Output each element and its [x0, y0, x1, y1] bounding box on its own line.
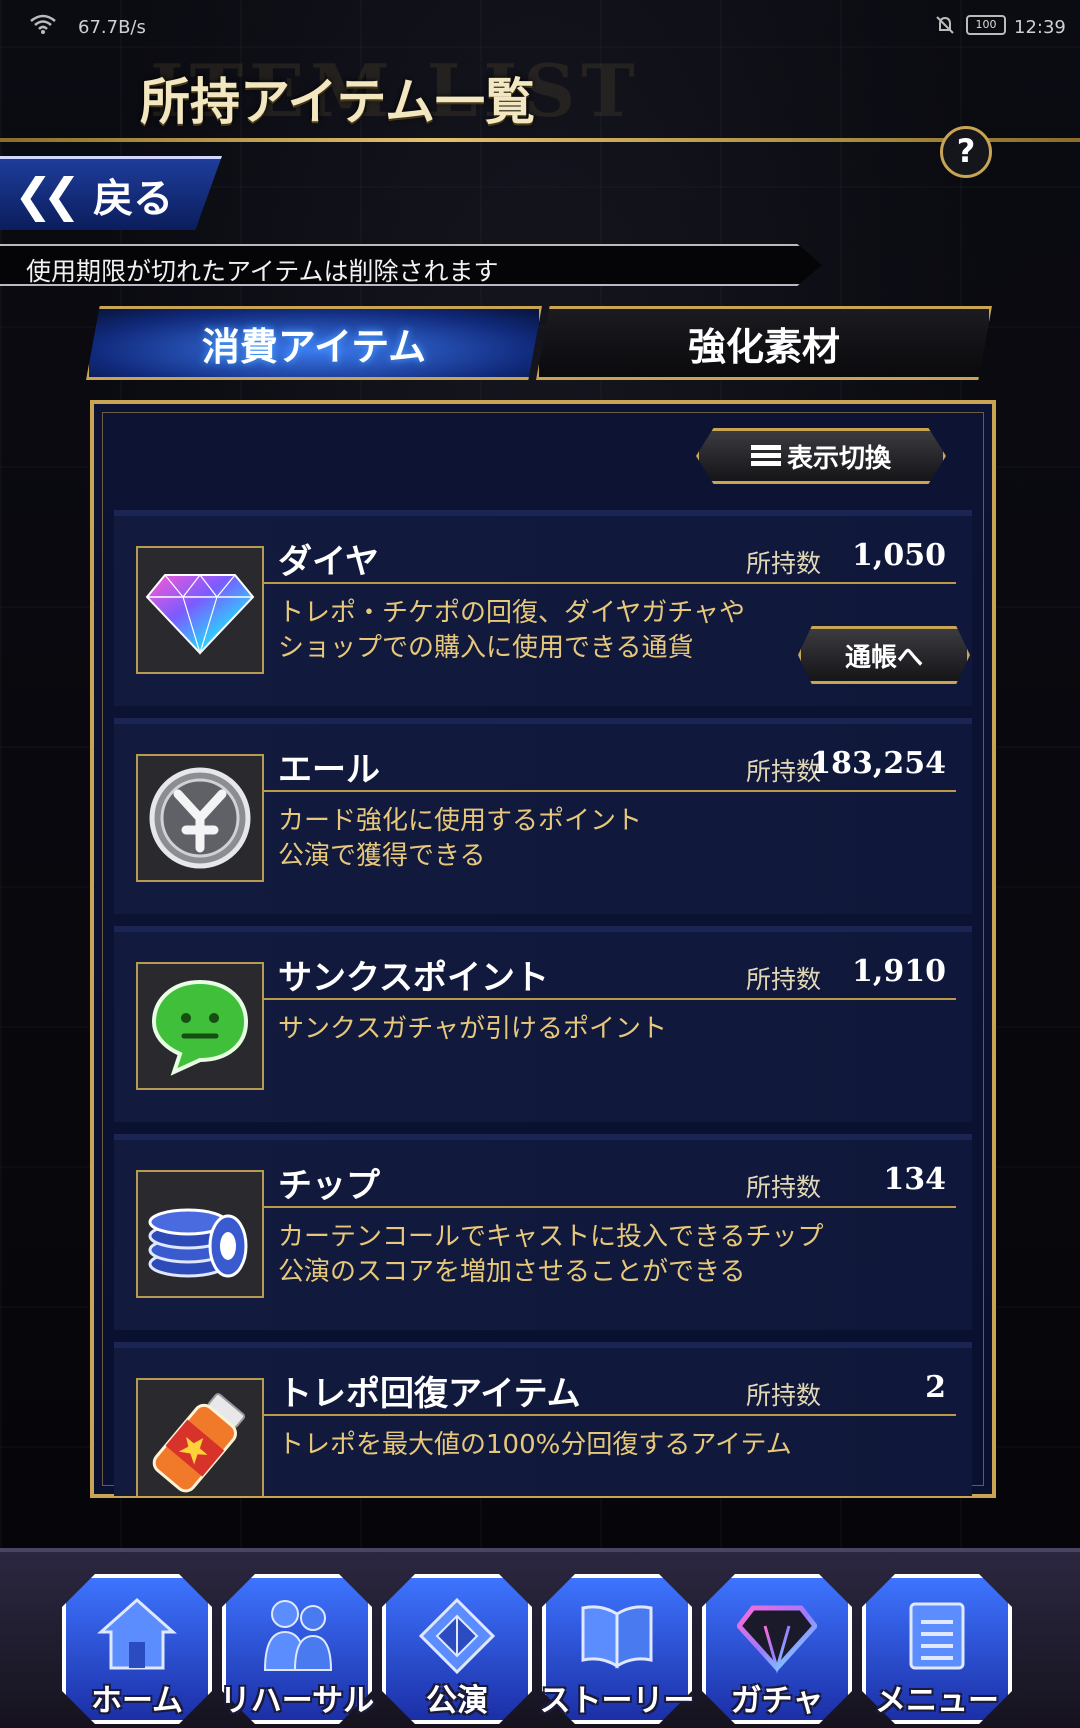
nav-label: ガチャ: [730, 1683, 824, 1719]
item-description: トレポを最大値の100%分回復するアイテム: [278, 1430, 792, 1460]
page-title: 所持アイテム一覧: [140, 72, 535, 131]
list-lines-icon: [750, 445, 781, 467]
item-thumbnail: [136, 1378, 264, 1496]
quantity-label: 所持数: [746, 549, 822, 578]
nav-label: リハーサル: [219, 1683, 375, 1719]
nav-rehearsal[interactable]: リハーサル: [220, 1574, 374, 1724]
gacha-diamond-icon: [737, 1605, 817, 1674]
item-description: カーテンコールでキャストに投入できるチップ 公演のスコアを増加させることができる: [278, 1222, 824, 1287]
nav-menu[interactable]: メニュー: [862, 1574, 1012, 1724]
notification-mute-icon: [936, 16, 954, 34]
item-divider: [264, 790, 956, 792]
item-divider: [264, 1206, 956, 1208]
nav-gacha[interactable]: ガチャ: [702, 1574, 852, 1724]
nav-story[interactable]: ストーリー: [540, 1574, 695, 1724]
help-button[interactable]: ?: [940, 126, 992, 178]
item-name: エール: [278, 750, 380, 790]
wifi-icon: [30, 14, 56, 34]
battery-indicator: 100: [966, 15, 1006, 35]
item-row-trepo-recovery[interactable]: トレポ回復アイテム 所持数 2 トレポを最大値の100%分回復するアイテム: [114, 1342, 972, 1496]
item-thumbnail: [136, 546, 264, 674]
diamond-icon: [145, 574, 255, 655]
item-name: サンクスポイント: [278, 958, 549, 998]
item-name: チップ: [278, 1166, 380, 1206]
item-name: トレポ回復アイテム: [278, 1374, 581, 1414]
recovery-bottle-icon: [152, 1393, 246, 1493]
nav-performance[interactable]: 公演: [382, 1574, 532, 1724]
nav-label: メニュー: [875, 1683, 999, 1719]
passbook-button[interactable]: 通帳へ: [798, 626, 970, 684]
network-speed: 67.7B/s: [78, 17, 146, 38]
back-button[interactable]: ❮❮ 戻る: [0, 156, 222, 230]
item-row-diamond[interactable]: ダイヤ 所持数 1,050 トレポ・チケポの回復、ダイヤガチャや ショップでの購…: [114, 510, 972, 706]
item-description: トレポ・チケポの回復、ダイヤガチャや ショップでの購入に使用できる通貨: [278, 598, 745, 663]
item-thumbnail: [136, 962, 264, 1090]
item-thumbnail: [136, 754, 264, 882]
double-chevron-left-icon: ❮❮: [14, 167, 81, 222]
thanks-bubble-icon: [151, 979, 249, 1076]
item-divider: [264, 1414, 956, 1416]
item-list-panel: 表示切換 ダイヤ 所持数 1,050 トレポ・チケポの回復、ダイヤガチャや ショ…: [90, 400, 996, 1498]
nav-home[interactable]: ホーム: [62, 1574, 212, 1724]
quantity-value: 183,254: [810, 746, 946, 781]
item-thumbnail: [136, 1170, 264, 1298]
back-button-label: 戻る: [93, 175, 174, 222]
quantity-label: 所持数: [746, 1381, 822, 1410]
title-divider: [0, 138, 1080, 142]
item-divider: [264, 998, 956, 1000]
nav-label: ホーム: [90, 1683, 184, 1719]
quantity-value: 134: [883, 1162, 946, 1197]
item-description: カード強化に使用するポイント 公演で獲得できる: [278, 806, 643, 871]
item-row-yell[interactable]: エール 所持数 183,254 カード強化に使用するポイント 公演で獲得できる: [114, 718, 972, 914]
quantity-value: 2: [925, 1370, 946, 1405]
story-book-icon: [581, 1605, 653, 1669]
expiry-notice: 使用期限が切れたアイテムは削除されます: [0, 244, 822, 286]
nav-label: ストーリー: [539, 1683, 695, 1719]
item-description: サンクスガチャが引けるポイント: [278, 1014, 667, 1044]
quantity-value: 1,050: [852, 538, 946, 573]
item-name: ダイヤ: [278, 542, 379, 582]
yell-coin-icon: [149, 767, 251, 869]
menu-notepad-icon: [909, 1602, 965, 1670]
item-row-chip[interactable]: チップ 所持数 134 カーテンコールでキャストに投入できるチップ 公演のスコア…: [114, 1134, 972, 1330]
nav-label: 公演: [426, 1683, 488, 1719]
clock: 12:39: [1014, 17, 1066, 38]
item-list[interactable]: ダイヤ 所持数 1,050 トレポ・チケポの回復、ダイヤガチャや ショップでの購…: [114, 510, 972, 1496]
tab-enhancement-materials[interactable]: 強化素材: [536, 306, 992, 380]
quantity-value: 1,910: [852, 954, 946, 989]
display-toggle-button[interactable]: 表示切換: [696, 428, 946, 484]
chip-stack-icon: [148, 1208, 248, 1278]
display-toggle-label: 表示切換: [786, 443, 891, 474]
item-divider: [264, 582, 956, 584]
home-icon: [97, 1597, 177, 1670]
item-row-thanks-point[interactable]: サンクスポイント 所持数 1,910 サンクスガチャが引けるポイント: [114, 926, 972, 1122]
bottom-navigation: ホーム リハーサル 公演 ストーリー ガチャ メニュー: [0, 1548, 1080, 1728]
rehearsal-icon: [263, 1600, 333, 1671]
tab-consumables[interactable]: 消費アイテム: [86, 306, 542, 380]
quantity-label: 所持数: [746, 1173, 822, 1202]
performance-icon: [418, 1597, 496, 1674]
quantity-label: 所持数: [746, 965, 822, 994]
expiry-notice-text: 使用期限が切れたアイテムは削除されます: [26, 257, 499, 286]
